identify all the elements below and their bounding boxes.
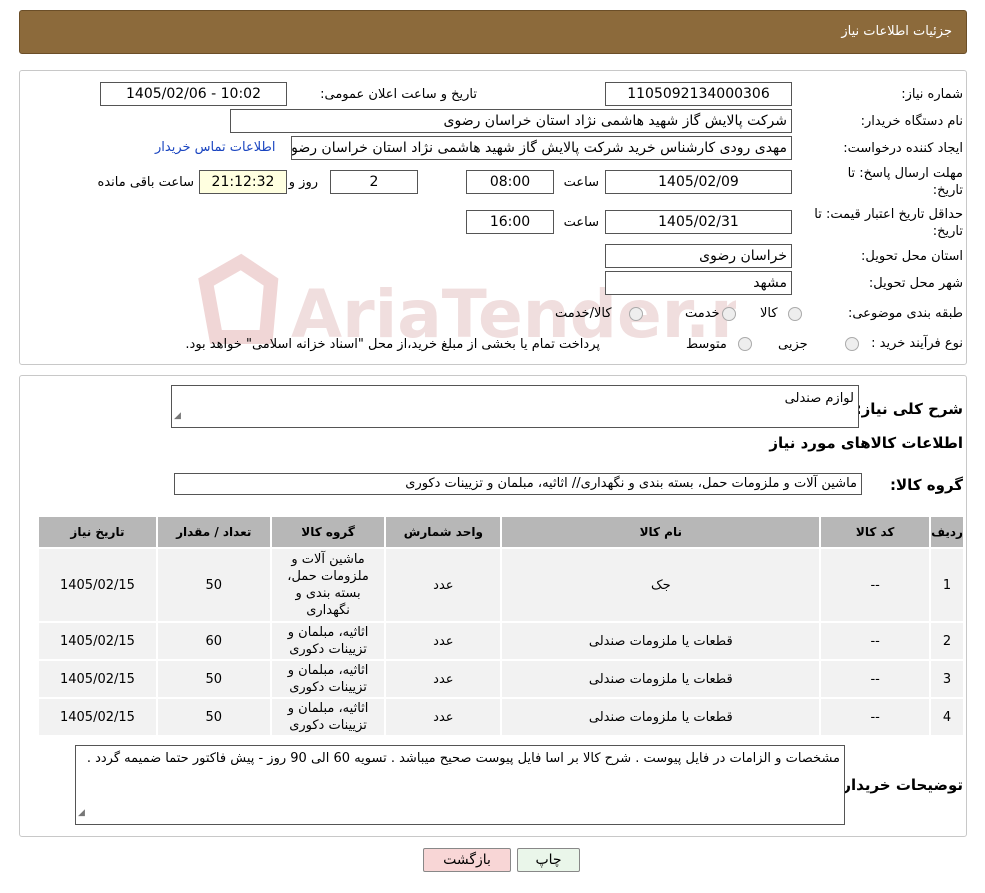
announce-field: 1405/02/06 - 10:02 bbox=[100, 82, 287, 106]
deadline-label-2: تاریخ: bbox=[932, 183, 963, 198]
process-option-minor: جزیی bbox=[778, 337, 808, 352]
category-radio-goods[interactable] bbox=[788, 307, 802, 321]
validity-time-label: ساعت bbox=[563, 215, 599, 230]
cell-date: 1405/02/15 bbox=[39, 699, 156, 735]
cell-unit: عدد bbox=[386, 549, 501, 621]
announce-label: تاریخ و ساعت اعلان عمومی: bbox=[320, 87, 477, 102]
validity-label-2: تاریخ: bbox=[932, 224, 963, 239]
col-code: کد کالا bbox=[821, 517, 930, 547]
cell-qty: 50 bbox=[157, 549, 270, 621]
category-radio-service[interactable] bbox=[722, 307, 736, 321]
process-radio-medium[interactable] bbox=[738, 337, 752, 351]
need-number-label: شماره نیاز: bbox=[901, 87, 963, 102]
col-name: نام کالا bbox=[502, 517, 820, 547]
buyer-contact-link[interactable]: اطلاعات تماس خریدار bbox=[155, 140, 275, 155]
items-table-wrapper: ردیف کد کالا نام کالا واحد شمارش گروه کا… bbox=[37, 515, 965, 737]
deadline-date-field: 1405/02/09 bbox=[605, 170, 792, 194]
cell-group: اثاثیه، مبلمان و تزیینات دکوری bbox=[271, 661, 385, 697]
buyer-notes-label: توضیحات خریدار: bbox=[836, 776, 963, 794]
table-row: 4 -- قطعات یا ملزومات صندلی عدد اثاثیه، … bbox=[39, 699, 963, 735]
deadline-time-field: 08:00 bbox=[466, 170, 554, 194]
need-number-field: 1105092134000306 bbox=[605, 82, 792, 106]
process-option-medium: متوسط bbox=[686, 337, 727, 352]
cell-unit: عدد bbox=[386, 699, 501, 735]
process-note: پرداخت تمام یا بخشی از مبلغ خرید،از محل … bbox=[185, 337, 600, 352]
cell-row: 1 bbox=[931, 549, 963, 621]
cell-name: قطعات یا ملزومات صندلی bbox=[502, 623, 820, 659]
category-radio-goods-service[interactable] bbox=[629, 307, 643, 321]
back-button[interactable]: بازگشت bbox=[423, 848, 511, 872]
cell-code: -- bbox=[821, 549, 930, 621]
col-unit: واحد شمارش bbox=[386, 517, 501, 547]
cell-qty: 50 bbox=[157, 661, 270, 697]
page-title: جزئیات اطلاعات نیاز bbox=[841, 24, 952, 39]
cell-name: قطعات یا ملزومات صندلی bbox=[502, 661, 820, 697]
cell-qty: 60 bbox=[157, 623, 270, 659]
group-label: گروه کالا: bbox=[890, 476, 963, 494]
cell-group: اثاثیه، مبلمان و تزیینات دکوری bbox=[271, 699, 385, 735]
cell-date: 1405/02/15 bbox=[39, 661, 156, 697]
cell-row: 3 bbox=[931, 661, 963, 697]
cell-qty: 50 bbox=[157, 699, 270, 735]
cell-unit: عدد bbox=[386, 623, 501, 659]
resize-grip-icon[interactable]: ◢ bbox=[78, 804, 85, 823]
remaining-time-field: 21:12:32 bbox=[199, 170, 287, 194]
cell-code: -- bbox=[821, 661, 930, 697]
province-label: استان محل تحویل: bbox=[861, 249, 963, 264]
category-option-goods-service: کالا/خدمت bbox=[555, 306, 612, 321]
validity-date-field: 1405/02/31 bbox=[605, 210, 792, 234]
cell-row: 4 bbox=[931, 699, 963, 735]
cell-name: قطعات یا ملزومات صندلی bbox=[502, 699, 820, 735]
print-button[interactable]: چاپ bbox=[517, 848, 580, 872]
process-label: نوع فرآیند خرید : bbox=[871, 336, 963, 351]
items-table: ردیف کد کالا نام کالا واحد شمارش گروه کا… bbox=[37, 515, 965, 737]
summary-label: شرح کلی نیاز: bbox=[855, 400, 963, 418]
buyer-notes-text: مشخصات و الزامات در فایل پیوست . شرح کال… bbox=[86, 751, 840, 766]
col-group: گروه کالا bbox=[271, 517, 385, 547]
buyer-org-field: شرکت پالایش گاز شهید هاشمی نژاد استان خر… bbox=[230, 109, 792, 133]
process-radio-minor[interactable] bbox=[845, 337, 859, 351]
table-row: 1 -- جک عدد ماشین آلات و ملزومات حمل، بس… bbox=[39, 549, 963, 621]
creator-label: ایجاد کننده درخواست: bbox=[843, 141, 963, 156]
remaining-label: ساعت باقی مانده bbox=[97, 175, 194, 190]
resize-grip-icon[interactable]: ◢ bbox=[174, 407, 181, 426]
days-label: روز و bbox=[288, 175, 318, 190]
buyer-notes-textarea[interactable]: مشخصات و الزامات در فایل پیوست . شرح کال… bbox=[75, 745, 845, 825]
cell-date: 1405/02/15 bbox=[39, 623, 156, 659]
deadline-label: مهلت ارسال پاسخ: تا bbox=[847, 166, 963, 181]
province-field: خراسان رضوی bbox=[605, 244, 792, 268]
buyer-org-label: نام دستگاه خریدار: bbox=[860, 114, 963, 129]
goods-info-title: اطلاعات کالاهای مورد نیاز bbox=[769, 434, 963, 452]
summary-textarea[interactable]: لوازم صندلی ◢ bbox=[171, 385, 859, 428]
cell-group: ماشین آلات و ملزومات حمل، بسته بندی و نگ… bbox=[271, 549, 385, 621]
cell-date: 1405/02/15 bbox=[39, 549, 156, 621]
col-date: تاریخ نیاز bbox=[39, 517, 156, 547]
city-label: شهر محل تحویل: bbox=[868, 276, 963, 291]
summary-text: لوازم صندلی bbox=[784, 391, 854, 406]
table-row: 3 -- قطعات یا ملزومات صندلی عدد اثاثیه، … bbox=[39, 661, 963, 697]
table-row: 2 -- قطعات یا ملزومات صندلی عدد اثاثیه، … bbox=[39, 623, 963, 659]
deadline-time-label: ساعت bbox=[563, 175, 599, 190]
cell-name: جک bbox=[502, 549, 820, 621]
cell-code: -- bbox=[821, 623, 930, 659]
cell-code: -- bbox=[821, 699, 930, 735]
col-row: ردیف bbox=[931, 517, 963, 547]
cell-unit: عدد bbox=[386, 661, 501, 697]
city-field: مشهد bbox=[605, 271, 792, 295]
category-label: طبقه بندی موضوعی: bbox=[847, 306, 963, 321]
table-header-row: ردیف کد کالا نام کالا واحد شمارش گروه کا… bbox=[39, 517, 963, 547]
validity-time-field: 16:00 bbox=[466, 210, 554, 234]
days-field: 2 bbox=[330, 170, 418, 194]
group-field: ماشین آلات و ملزومات حمل، بسته بندی و نگ… bbox=[174, 473, 862, 495]
cell-group: اثاثیه، مبلمان و تزیینات دکوری bbox=[271, 623, 385, 659]
category-option-service: خدمت bbox=[685, 306, 720, 321]
page-header: جزئیات اطلاعات نیاز bbox=[19, 10, 967, 54]
cell-row: 2 bbox=[931, 623, 963, 659]
category-option-goods: کالا bbox=[760, 306, 778, 321]
col-qty: تعداد / مقدار bbox=[157, 517, 270, 547]
creator-field: مهدی رودی کارشناس خرید شرکت پالایش گاز ش… bbox=[291, 136, 792, 160]
validity-label: حداقل تاریخ اعتبار قیمت: تا bbox=[814, 207, 963, 222]
